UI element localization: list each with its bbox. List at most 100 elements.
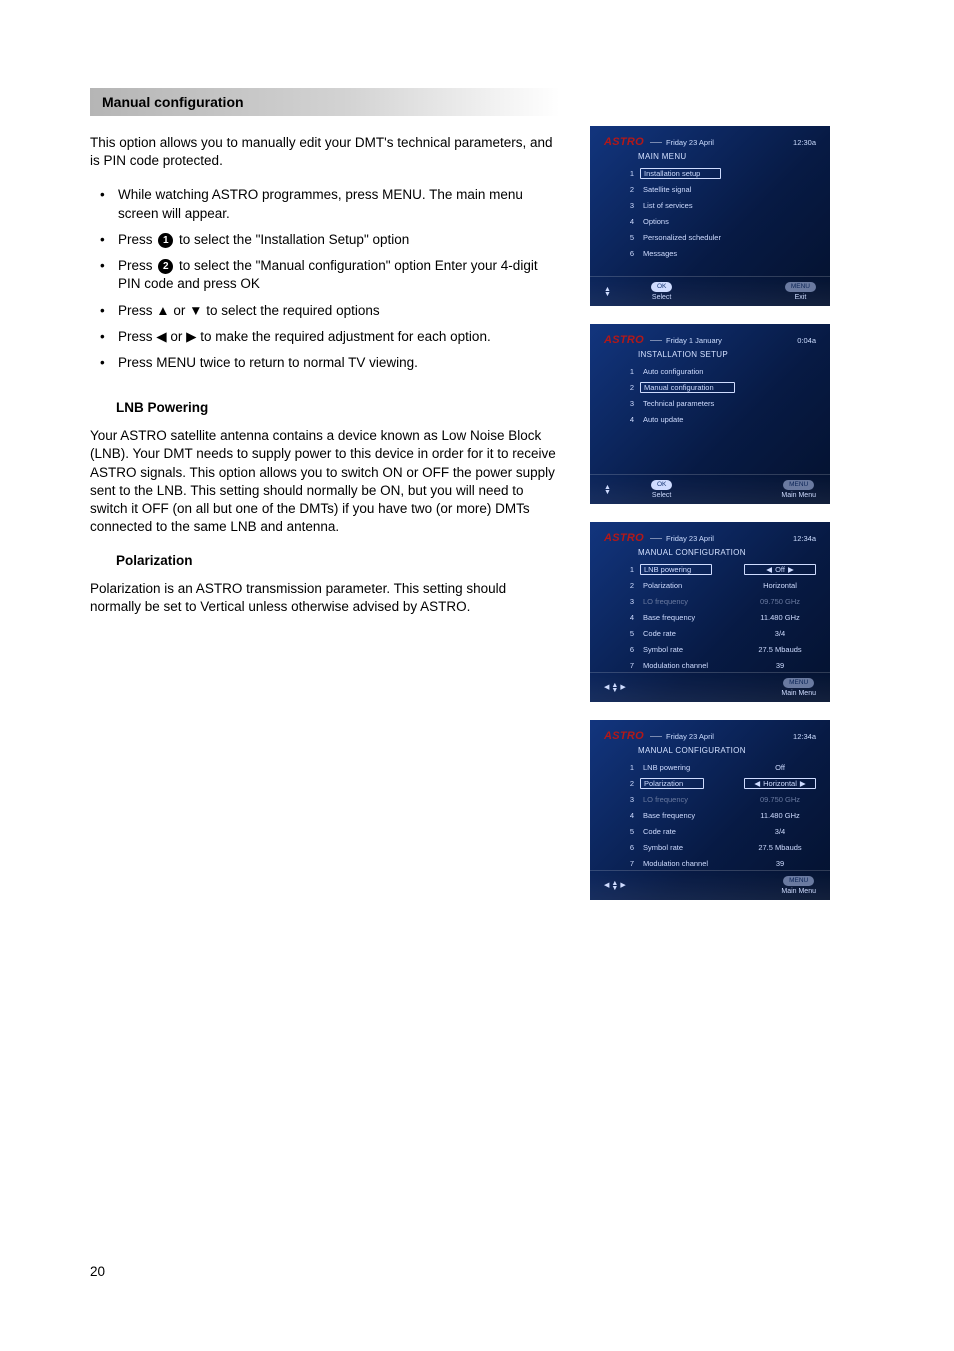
bullet-icon: •: [100, 186, 118, 222]
step-post: to select the "Installation Setup" optio…: [179, 232, 409, 247]
tv-date: Friday 23 April: [666, 534, 714, 543]
menu-item[interactable]: Auto update: [640, 414, 686, 425]
step-6: • Press MENU twice to return to normal T…: [100, 354, 560, 372]
config-value[interactable]: 11.480 GHz: [744, 811, 816, 820]
tv-menu-list: 1Installation setup 2Satellite signal 3L…: [624, 167, 816, 260]
polarization-heading: Polarization: [116, 553, 560, 568]
tv-date: Friday 23 April: [666, 138, 714, 147]
screenshot-manual-config-a: ASTRO Friday 23 April 12:34a MANUAL CONF…: [590, 522, 830, 702]
lnb-paragraph: Your ASTRO satellite antenna contains a …: [90, 427, 560, 536]
astro-logo: ASTRO: [604, 334, 644, 346]
config-label[interactable]: Base frequency: [640, 612, 698, 623]
config-label[interactable]: LNB powering: [640, 762, 693, 773]
config-label[interactable]: Code rate: [640, 628, 679, 639]
config-label[interactable]: LNB powering: [640, 564, 712, 575]
nav-arrows-icon: ◀ ▲▼ ▶: [604, 881, 626, 891]
disc-one-icon: 1: [158, 233, 173, 248]
config-label[interactable]: Base frequency: [640, 810, 698, 821]
menu-label: Main Menu: [781, 690, 816, 697]
step-text: While watching ASTRO programmes, press M…: [118, 186, 560, 222]
nav-arrows-icon: ◀ ▲▼ ▶: [604, 683, 626, 693]
step-pre: Press: [118, 232, 156, 247]
tv-title: MAIN MENU: [638, 152, 816, 161]
bullet-icon: •: [100, 354, 118, 372]
step-text: Press 2 to select the "Manual configurat…: [118, 257, 560, 293]
config-value[interactable]: ◀ Horizontal ▶: [744, 778, 816, 789]
config-value[interactable]: 09.750 GHz: [744, 795, 816, 804]
menu-item[interactable]: Installation setup: [640, 168, 721, 179]
menu-item[interactable]: Manual configuration: [640, 382, 735, 393]
menu-pill: MENU: [783, 678, 814, 688]
config-value[interactable]: 27.5 Mbauds: [744, 645, 816, 654]
tv-title: MANUAL CONFIGURATION: [638, 746, 816, 755]
separator-icon: [650, 142, 662, 143]
intro-paragraph: This option allows you to manually edit …: [90, 134, 560, 170]
ok-label: Select: [651, 294, 672, 301]
menu-label: Main Menu: [781, 492, 816, 499]
menu-pill: MENU: [783, 876, 814, 886]
config-value[interactable]: ◀ Off ▶: [744, 564, 816, 575]
ok-pill: OK: [651, 480, 672, 490]
step-3: • Press 2 to select the "Manual configur…: [100, 257, 560, 293]
config-value[interactable]: Horizontal: [744, 581, 816, 590]
screenshot-main-menu: ASTRO Friday 23 April 12:30a MAIN MENU 1…: [590, 126, 830, 306]
menu-item[interactable]: Satellite signal: [640, 184, 694, 195]
config-value[interactable]: 3/4: [744, 827, 816, 836]
config-value[interactable]: 27.5 Mbauds: [744, 843, 816, 852]
tv-config-list: 1LNB powering◀ Off ▶2PolarizationHorizon…: [624, 563, 816, 672]
tv-date: Friday 1 January: [666, 336, 722, 345]
section-header: Manual configuration: [90, 88, 560, 116]
config-label[interactable]: LO frequency: [640, 596, 691, 607]
astro-logo: ASTRO: [604, 136, 644, 148]
tv-title: MANUAL CONFIGURATION: [638, 548, 816, 557]
separator-icon: [650, 340, 662, 341]
config-label[interactable]: Modulation channel: [640, 858, 711, 869]
step-pre: Press: [118, 258, 156, 273]
config-value[interactable]: 3/4: [744, 629, 816, 638]
step-post: to select the "Manual configuration" opt…: [118, 258, 538, 291]
menu-item[interactable]: List of services: [640, 200, 696, 211]
tv-date: Friday 23 April: [666, 732, 714, 741]
menu-item[interactable]: Options: [640, 216, 672, 227]
config-label[interactable]: Polarization: [640, 580, 685, 591]
step-2: • Press 1 to select the "Installation Se…: [100, 231, 560, 249]
tv-time: 12:34a: [793, 534, 816, 543]
tv-config-list: 1LNB poweringOff2Polarization◀ Horizonta…: [624, 761, 816, 870]
page-number: 20: [90, 1264, 105, 1279]
tv-menu-list: 1Auto configuration 2Manual configuratio…: [624, 365, 816, 426]
config-label[interactable]: Polarization: [640, 778, 704, 789]
config-value[interactable]: 39: [744, 859, 816, 868]
nav-updown-icon: ▲▼: [604, 287, 611, 297]
bullet-icon: •: [100, 257, 118, 293]
tv-time: 12:34a: [793, 732, 816, 741]
bullet-icon: •: [100, 328, 118, 346]
separator-icon: [650, 538, 662, 539]
config-label[interactable]: Symbol rate: [640, 644, 686, 655]
menu-pill: MENU: [783, 480, 814, 490]
config-label[interactable]: Modulation channel: [640, 660, 711, 671]
config-label[interactable]: LO frequency: [640, 794, 691, 805]
bullet-icon: •: [100, 231, 118, 249]
config-label[interactable]: Symbol rate: [640, 842, 686, 853]
lnb-heading: LNB Powering: [116, 400, 560, 415]
ok-pill: OK: [651, 282, 672, 292]
tv-time: 0:04a: [797, 336, 816, 345]
step-text: Press ▲ or ▼ to select the required opti…: [118, 302, 560, 320]
disc-two-icon: 2: [158, 259, 173, 274]
step-1: • While watching ASTRO programmes, press…: [100, 186, 560, 222]
menu-item[interactable]: Personalized scheduler: [640, 232, 724, 243]
steps-list: • While watching ASTRO programmes, press…: [100, 186, 560, 372]
ok-label: Select: [651, 492, 672, 499]
config-value[interactable]: 39: [744, 661, 816, 670]
nav-updown-icon: ▲▼: [604, 485, 611, 495]
menu-item[interactable]: Technical parameters: [640, 398, 717, 409]
screenshot-installation-setup: ASTRO Friday 1 January 0:04a INSTALLATIO…: [590, 324, 830, 504]
separator-icon: [650, 736, 662, 737]
config-value[interactable]: 11.480 GHz: [744, 613, 816, 622]
menu-item[interactable]: Auto configuration: [640, 366, 706, 377]
menu-item[interactable]: Messages: [640, 248, 680, 259]
config-label[interactable]: Code rate: [640, 826, 679, 837]
config-value[interactable]: Off: [744, 763, 816, 772]
config-value[interactable]: 09.750 GHz: [744, 597, 816, 606]
menu-pill: MENU: [785, 282, 816, 292]
